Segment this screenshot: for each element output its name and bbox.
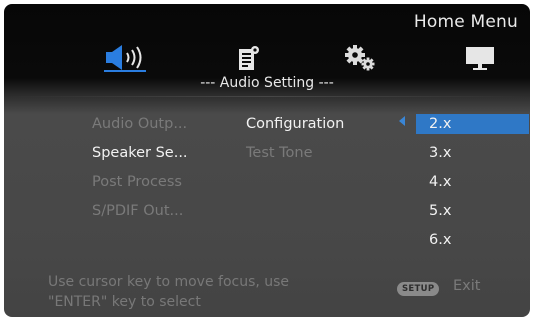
- option-item[interactable]: 5.x: [416, 197, 529, 226]
- exit-label[interactable]: Exit: [453, 278, 480, 294]
- document-icon: [239, 46, 259, 70]
- help-text-line: Use cursor key to move focus, use: [48, 274, 290, 290]
- sub-menu: Configuration Test Tone: [246, 110, 344, 168]
- option-item[interactable]: 4.x: [416, 168, 529, 197]
- tab-display-setting[interactable]: [464, 44, 496, 74]
- help-text-line: "ENTER" key to select: [48, 294, 201, 310]
- help-text: Use cursor key to move focus, use "ENTER…: [48, 272, 348, 312]
- tab-general-setting[interactable]: [236, 44, 262, 74]
- setup-key-badge: SETUP: [397, 282, 440, 296]
- tab-system-setting[interactable]: [342, 44, 378, 74]
- tab-audio-setting[interactable]: [104, 44, 148, 74]
- osd-screen: Home Menu --- Audio Setting --- Audio Ou…: [4, 4, 530, 317]
- selection-arrow-icon: [399, 116, 405, 126]
- submenu-item-configuration[interactable]: Configuration: [246, 110, 344, 139]
- option-item-selected[interactable]: 2.x: [416, 114, 529, 134]
- menu-item-spdif-output[interactable]: S/PDIF Out...: [92, 197, 188, 226]
- monitor-icon: [466, 47, 494, 70]
- section-title: --- Audio Setting ---: [200, 75, 334, 91]
- submenu-item-test-tone[interactable]: Test Tone: [246, 139, 344, 168]
- speaker-icon: [104, 45, 146, 72]
- main-menu: Audio Outp... Speaker Se... Post Process…: [92, 110, 188, 226]
- menu-item-speaker-setting[interactable]: Speaker Se...: [92, 139, 188, 168]
- divider: [4, 96, 530, 97]
- options-list: 2.x 3.x 4.x 5.x 6.x: [416, 110, 529, 255]
- menu-item-audio-output[interactable]: Audio Outp...: [92, 110, 188, 139]
- option-item[interactable]: 6.x: [416, 226, 529, 255]
- option-item[interactable]: 3.x: [416, 139, 529, 168]
- menu-item-post-process[interactable]: Post Process: [92, 168, 188, 197]
- header-title: Home Menu: [413, 12, 518, 32]
- gear-icon: [345, 45, 375, 71]
